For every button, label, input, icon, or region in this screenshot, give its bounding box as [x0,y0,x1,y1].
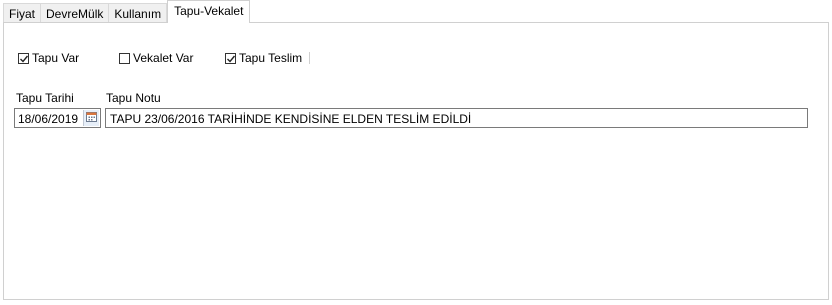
tapu-tarihi-label: Tapu Tarihi [16,91,74,105]
tapu-var-label: Tapu Var [32,51,80,65]
divider [309,52,310,64]
tab-kullanim[interactable]: Kullanım [108,3,168,23]
tapu-notu-label: Tapu Notu [106,91,161,105]
tapu-var-checkbox[interactable]: Tapu Var [18,51,79,65]
calendar-icon [86,112,97,122]
tab-fiyat[interactable]: Fiyat [3,3,42,23]
tapu-teslim-checkbox[interactable]: Tapu Teslim [225,51,302,65]
tapu-tarihi-input[interactable]: 18/06/2019 [14,108,101,128]
tab-strip: Fiyat DevreMülk Kullanım Tapu-Vekalet [3,0,251,23]
checkmark-icon [20,55,29,63]
tab-devremulk[interactable]: DevreMülk [40,3,110,23]
tapu-teslim-label: Tapu Teslim [239,51,303,65]
tapu-notu-input[interactable]: TAPU 23/06/2016 TARİHİNDE KENDİSİNE ELDE… [105,108,808,128]
tapu-tarihi-value: 18/06/2019 [18,112,79,126]
vekalet-var-label: Vekalet Var [133,51,194,65]
tab-tapu-vekalet[interactable]: Tapu-Vekalet [167,0,251,23]
tapu-teslim-box[interactable] [225,52,236,64]
calendar-button[interactable] [83,110,99,126]
tab-panel: Tapu Var Vekalet Var Tapu Teslim Tapu Ta… [3,22,829,300]
tapu-vekalet-form: Fiyat DevreMülk Kullanım Tapu-Vekalet Ta… [0,0,832,305]
tapu-notu-value: TAPU 23/06/2016 TARİHİNDE KENDİSİNE ELDE… [110,112,472,126]
tapu-var-box[interactable] [18,52,29,64]
vekalet-var-checkbox[interactable]: Vekalet Var [119,51,193,65]
checkmark-icon [227,55,236,63]
vekalet-var-box[interactable] [119,52,130,64]
